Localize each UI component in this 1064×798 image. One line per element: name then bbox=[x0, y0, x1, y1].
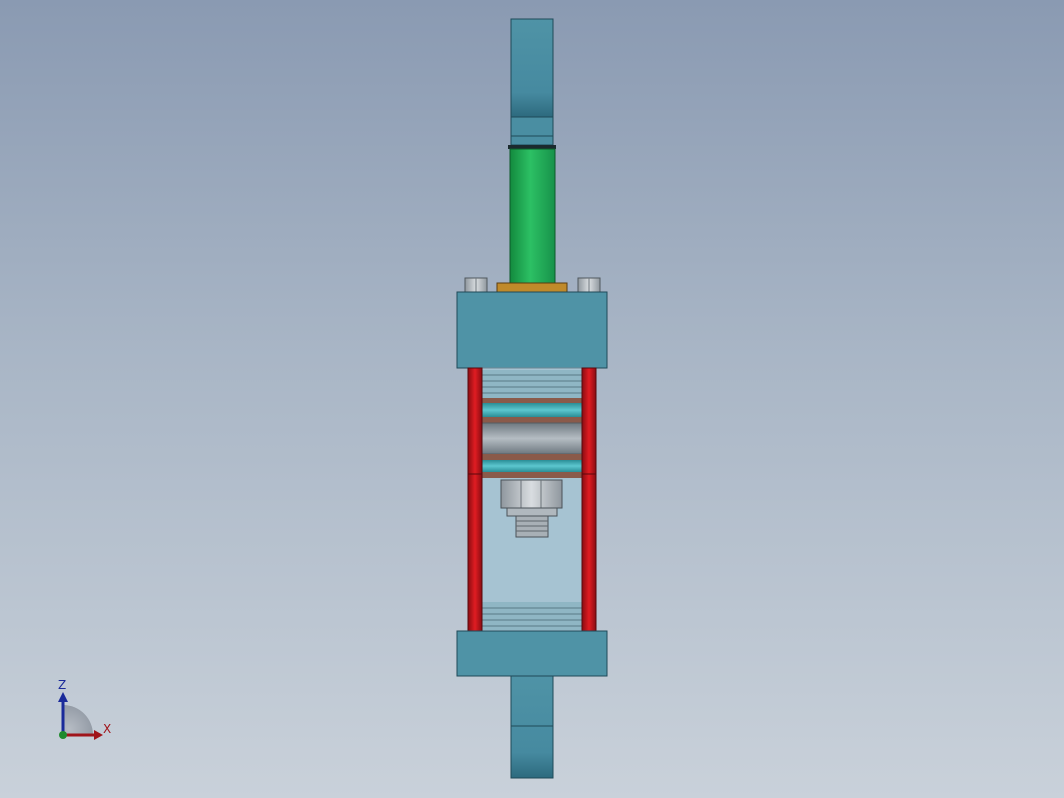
top-right-bolt[interactable] bbox=[577, 277, 601, 293]
top-end-cap[interactable] bbox=[456, 291, 608, 369]
rod-seal[interactable] bbox=[496, 282, 568, 293]
z-axis-label: Z bbox=[58, 678, 67, 692]
x-axis-label: X bbox=[103, 722, 112, 736]
left-tie-rod[interactable] bbox=[467, 367, 483, 632]
graphics-viewport[interactable]: Z X bbox=[0, 0, 1064, 798]
right-tie-rod[interactable] bbox=[581, 367, 597, 632]
bottom-end-cap[interactable] bbox=[456, 630, 608, 677]
triad-quadrant-icon bbox=[63, 705, 93, 735]
lower-seal-stack[interactable] bbox=[482, 602, 582, 630]
piston-rod[interactable] bbox=[509, 148, 556, 284]
piston-assembly[interactable] bbox=[481, 370, 583, 478]
top-clevis[interactable] bbox=[508, 18, 556, 149]
y-axis-dot-icon bbox=[59, 731, 67, 739]
view-triad[interactable] bbox=[58, 692, 103, 740]
bottom-clevis[interactable] bbox=[510, 675, 554, 779]
top-left-bolt[interactable] bbox=[464, 277, 488, 293]
cylinder-assembly-model[interactable] bbox=[0, 0, 1064, 798]
